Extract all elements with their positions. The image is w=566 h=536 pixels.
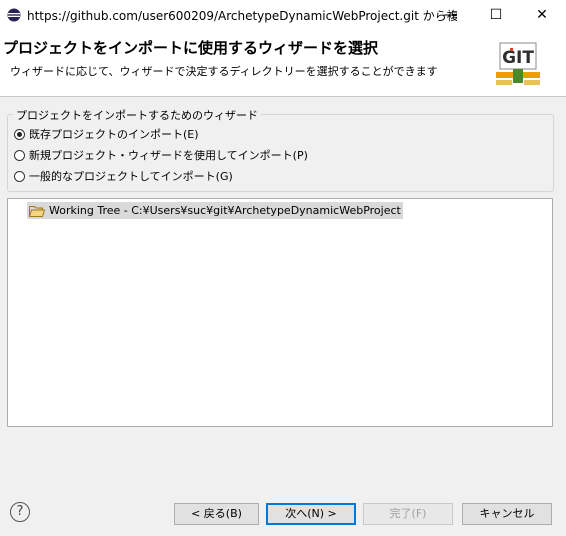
radio-button[interactable] (14, 170, 25, 182)
page-title: プロジェクトをインポートに使用するウィザードを選択 (3, 39, 379, 57)
git-logo-icon: GIT (496, 42, 540, 85)
tree-item-label: Working Tree - C:¥Users¥suc¥git¥Archetyp… (49, 204, 401, 217)
radio-label: 既存プロジェクトのインポート(E) (29, 128, 199, 141)
tree-item[interactable]: Working Tree - C:¥Users¥suc¥git¥Archetyp… (27, 202, 403, 219)
finish-button[interactable]: 完了(F) (363, 503, 453, 525)
git-logo-text: GIT (502, 48, 534, 68)
maximize-button[interactable]: ☐ (473, 0, 519, 30)
radio-new-project-wizard[interactable]: 新規プロジェクト・ウィザードを使用してインポート(P) (14, 147, 308, 163)
title-bar: https://github.com/user600209/ArchetypeD… (0, 0, 566, 31)
wizard-header: プロジェクトをインポートに使用するウィザードを選択 ウィザードに応じて、ウィザー… (0, 30, 566, 97)
radio-button[interactable] (14, 149, 25, 161)
wizard-selection-group: プロジェクトをインポートするためのウィザード 既存プロジェクトのインポート(E)… (7, 107, 554, 192)
back-button[interactable]: < 戻る(B) (174, 503, 259, 525)
group-legend: プロジェクトをインポートするためのウィザード (13, 107, 261, 123)
page-description: ウィザードに応じて、ウィザードで決定するディレクトリーを選択することができます (10, 65, 438, 78)
eclipse-icon (7, 8, 21, 22)
window-title: https://github.com/user600209/ArchetypeD… (27, 9, 457, 23)
radio-label: 一般的なプロジェクトしてインポート(G) (29, 170, 233, 183)
radio-button-checked[interactable] (14, 128, 25, 140)
radio-label: 新規プロジェクト・ウィザードを使用してインポート(P) (29, 149, 308, 162)
next-button[interactable]: 次へ(N) > (266, 503, 356, 525)
help-button[interactable]: ? (10, 502, 30, 522)
working-tree-list[interactable]: Working Tree - C:¥Users¥suc¥git¥Archetyp… (7, 198, 553, 427)
folder-open-icon (29, 205, 45, 217)
cancel-button[interactable]: キャンセル (462, 503, 552, 525)
radio-import-existing[interactable]: 既存プロジェクトのインポート(E) (14, 126, 199, 142)
close-button[interactable]: ✕ (519, 0, 565, 30)
minimize-button[interactable]: — (427, 0, 473, 30)
radio-general-project[interactable]: 一般的なプロジェクトしてインポート(G) (14, 168, 233, 184)
